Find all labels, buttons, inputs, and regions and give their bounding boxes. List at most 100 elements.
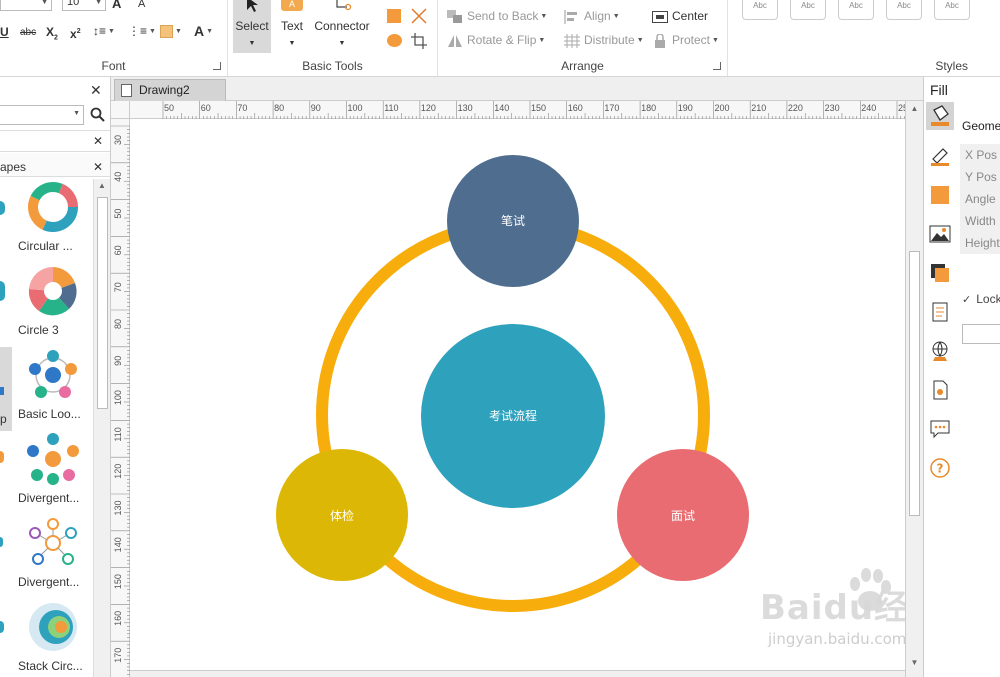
- line-shape-icon[interactable]: [411, 8, 427, 24]
- ruler-label: 210: [751, 103, 766, 113]
- rotate-flip-icon: [447, 34, 463, 48]
- left-circle-label: 体检: [330, 508, 354, 523]
- select-button[interactable]: Select ▼: [233, 0, 271, 53]
- canvas-scroll-thumb[interactable]: [909, 251, 920, 516]
- style-preset-1[interactable]: Abc: [742, 0, 778, 20]
- partial-shape[interactable]: [0, 599, 12, 677]
- ruler-label: 140: [113, 537, 123, 552]
- grow-font-icon[interactable]: A: [112, 0, 121, 11]
- partial-shape[interactable]: [0, 179, 12, 263]
- bullets-icon[interactable]: ⋮≡ ▼: [128, 24, 156, 39]
- connector-icon: [336, 0, 352, 11]
- clear-format-icon[interactable]: ⁃⁃⁃: [190, 0, 208, 8]
- ruler-label: 40: [113, 172, 123, 182]
- superscript-icon[interactable]: x2: [70, 25, 81, 41]
- scroll-down-icon[interactable]: ▼: [906, 658, 923, 667]
- partial-shape[interactable]: [0, 431, 12, 515]
- close-library-icon[interactable]: ✕: [93, 134, 103, 148]
- text-bg-color-icon[interactable]: ▼: [160, 24, 182, 39]
- library-scrollbar[interactable]: ▲: [93, 179, 110, 677]
- close-library-icon-2[interactable]: ✕: [93, 160, 103, 174]
- align-button[interactable]: Align ▼: [564, 7, 620, 25]
- ruler-label: 120: [113, 464, 123, 479]
- hyperlink-icon[interactable]: [929, 340, 951, 362]
- ruler-label: 60: [201, 103, 211, 113]
- properties-panel: Fill ? Geome X Pos Y Pos Angle Width Hei…: [923, 77, 1000, 677]
- image-icon[interactable]: [929, 223, 951, 245]
- send-to-back-button[interactable]: Send to Back ▼: [447, 7, 547, 25]
- ruler-label: 150: [531, 103, 546, 113]
- font-family-box[interactable]: ▼: [0, 0, 52, 11]
- library-search-input[interactable]: ▼: [0, 105, 84, 125]
- distribute-icon: [564, 33, 580, 48]
- ruler-label: 140: [494, 103, 509, 113]
- tab-drawing2[interactable]: Drawing2: [114, 79, 226, 101]
- center-button[interactable]: Center: [652, 7, 708, 25]
- height-field[interactable]: Height: [960, 232, 1000, 254]
- style-preset-3[interactable]: Abc: [838, 0, 874, 20]
- drawing-canvas[interactable]: 考试流程 笔试 体检 面试 Baidu经验 jingyan.baidu.com: [130, 119, 943, 677]
- connector-tool-button[interactable]: Connector ▼: [312, 0, 372, 53]
- ruler-label: 160: [568, 103, 583, 113]
- checkmark-icon: ✓: [962, 294, 972, 306]
- arrange-dialog-launcher-icon[interactable]: [713, 62, 721, 70]
- style-preset-4[interactable]: Abc: [886, 0, 922, 20]
- shape-item-stack-circle[interactable]: Stack Circ...: [14, 599, 92, 677]
- canvas-vertical-scrollbar[interactable]: ▲ ▼: [905, 101, 923, 677]
- shape-item-divergent-1[interactable]: Divergent...: [14, 431, 92, 515]
- shrink-font-icon[interactable]: A: [138, 0, 145, 11]
- horizontal-ruler: 50 60 70 80 90 100 110 120 130 140 150 160 170 180 190…: [130, 101, 905, 119]
- shape-item-divergent-2[interactable]: Divergent...: [14, 515, 92, 599]
- lock-checkbox[interactable]: ✓ Lock: [962, 292, 1000, 306]
- rotate-flip-button[interactable]: Rotate & Flip ▼: [447, 31, 545, 49]
- format-painter-icon[interactable]: ⁃⁃⁃: [160, 0, 178, 8]
- ruler-label: 70: [113, 282, 123, 292]
- shadow-icon[interactable]: [929, 184, 951, 206]
- ellipse-shape-icon[interactable]: [387, 34, 402, 47]
- divergent-outline-shape-icon: [29, 518, 77, 565]
- scroll-up-icon[interactable]: ▲: [94, 181, 110, 190]
- font-size-box[interactable]: 10 ▼: [62, 0, 106, 11]
- shape-item-basic-loop[interactable]: Basic Loo...: [14, 347, 92, 431]
- font-color-icon[interactable]: A ▼: [194, 24, 213, 39]
- y-pos-field[interactable]: Y Pos: [960, 166, 1000, 188]
- partial-shape-selected[interactable]: p: [0, 347, 12, 431]
- underline-icon[interactable]: U: [0, 25, 9, 39]
- help-icon[interactable]: ?: [929, 457, 951, 479]
- crop-icon[interactable]: [411, 33, 427, 49]
- close-panel-icon[interactable]: ✕: [90, 83, 102, 97]
- ruler-label: 230: [825, 103, 840, 113]
- distribute-button[interactable]: Distribute ▼: [564, 31, 644, 49]
- x-pos-field[interactable]: X Pos: [960, 144, 1000, 166]
- shape-item-circular[interactable]: Circular ...: [14, 179, 92, 263]
- fill-icon[interactable]: [926, 102, 954, 130]
- ruler-label: 30: [113, 135, 123, 145]
- protect-button[interactable]: Protect ▼: [652, 31, 719, 49]
- library-scroll-thumb[interactable]: [97, 197, 108, 409]
- angle-field[interactable]: Angle: [960, 188, 1000, 210]
- line-style-icon[interactable]: [929, 145, 951, 167]
- comment-icon[interactable]: [929, 418, 951, 440]
- ruler-label: 60: [113, 245, 123, 255]
- partial-shape[interactable]: [0, 515, 12, 599]
- partial-shape[interactable]: [0, 263, 12, 347]
- page-icon[interactable]: [929, 301, 951, 323]
- ruler-label: 130: [113, 500, 123, 515]
- font-dialog-launcher-icon[interactable]: [213, 62, 221, 70]
- canvas-horizontal-scrollbar[interactable]: [130, 670, 905, 677]
- line-spacing-icon[interactable]: ↕≡ ▼: [93, 24, 115, 39]
- property-input[interactable]: [962, 324, 1000, 344]
- strikethrough-icon[interactable]: abc: [20, 26, 36, 40]
- subscript-icon[interactable]: X2: [46, 25, 58, 45]
- scroll-up-icon[interactable]: ▲: [906, 104, 923, 113]
- text-tool-button[interactable]: A Text ▼: [276, 0, 308, 53]
- rectangle-shape-icon[interactable]: [387, 9, 401, 23]
- basic-loop-shape-icon: [29, 350, 77, 398]
- style-preset-2[interactable]: Abc: [790, 0, 826, 20]
- layer-icon[interactable]: [929, 262, 951, 284]
- shape-item-circle-3[interactable]: Circle 3: [14, 263, 92, 347]
- search-icon[interactable]: [90, 107, 105, 122]
- attachment-icon[interactable]: [929, 379, 951, 401]
- width-field[interactable]: Width: [960, 210, 1000, 232]
- style-preset-5[interactable]: Abc: [934, 0, 970, 20]
